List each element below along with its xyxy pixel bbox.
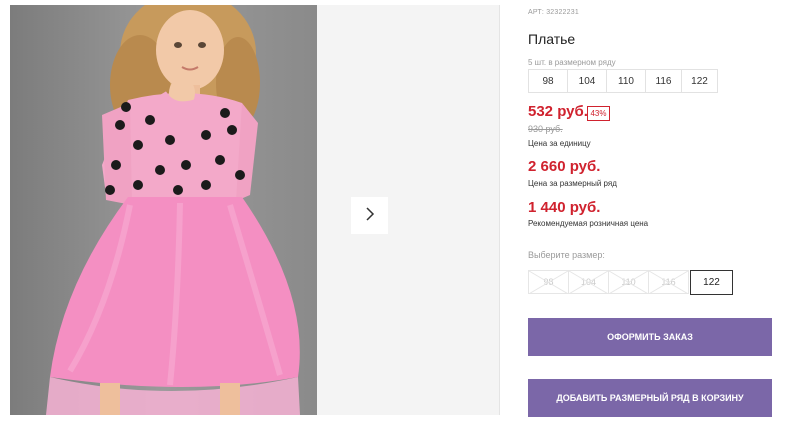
size-option-104: 104 (568, 270, 609, 294)
unavailable-cross-icon (649, 271, 688, 293)
product-sku: АРТ: 32322231 (528, 9, 579, 16)
pack-size-cell: 116 (645, 69, 682, 93)
pack-size-cell: 98 (528, 69, 568, 93)
size-option-122[interactable]: 122 (690, 270, 733, 295)
pack-size-cell: 104 (567, 69, 607, 93)
unavailable-cross-icon (609, 271, 648, 293)
size-option-98: 98 (528, 270, 569, 294)
pack-size-cell: 122 (681, 69, 718, 93)
unit-price-caption: Цена за единицу (528, 139, 591, 148)
gallery-next-button[interactable] (351, 197, 388, 234)
unit-price: 532 руб. (528, 103, 588, 120)
product-photo-illustration (10, 5, 317, 415)
size-option-116: 116 (648, 270, 689, 294)
size-option-110: 110 (608, 270, 649, 294)
add-to-cart-button[interactable]: Добавить размерный ряд в корзину (528, 379, 772, 417)
retail-price: 1 440 руб. (528, 199, 601, 216)
size-select-row: 98 104 110 116 122 (528, 270, 733, 295)
pack-size-row: 98 104 110 116 122 (528, 69, 718, 93)
unavailable-cross-icon (569, 271, 608, 293)
size-select-label: Выберите размер: (528, 250, 605, 260)
unavailable-cross-icon (529, 271, 568, 293)
gallery-divider (499, 5, 500, 415)
product-photo[interactable] (10, 5, 317, 415)
pack-price: 2 660 руб. (528, 158, 601, 175)
size-option-label: 122 (703, 277, 720, 288)
checkout-button[interactable]: Оформить заказ (528, 318, 772, 356)
discount-badge: 43% (587, 106, 610, 121)
product-gallery (10, 5, 500, 415)
product-title: Платье (528, 31, 576, 47)
pack-size-cell: 110 (606, 69, 646, 93)
pack-note: 5 шт. в размерном ряду (528, 58, 616, 67)
pack-price-caption: Цена за размерный ряд (528, 179, 617, 188)
retail-price-caption: Рекомендуемая розничная цена (528, 219, 649, 228)
chevron-right-icon (364, 206, 376, 225)
old-price: 930 руб. (528, 124, 563, 134)
